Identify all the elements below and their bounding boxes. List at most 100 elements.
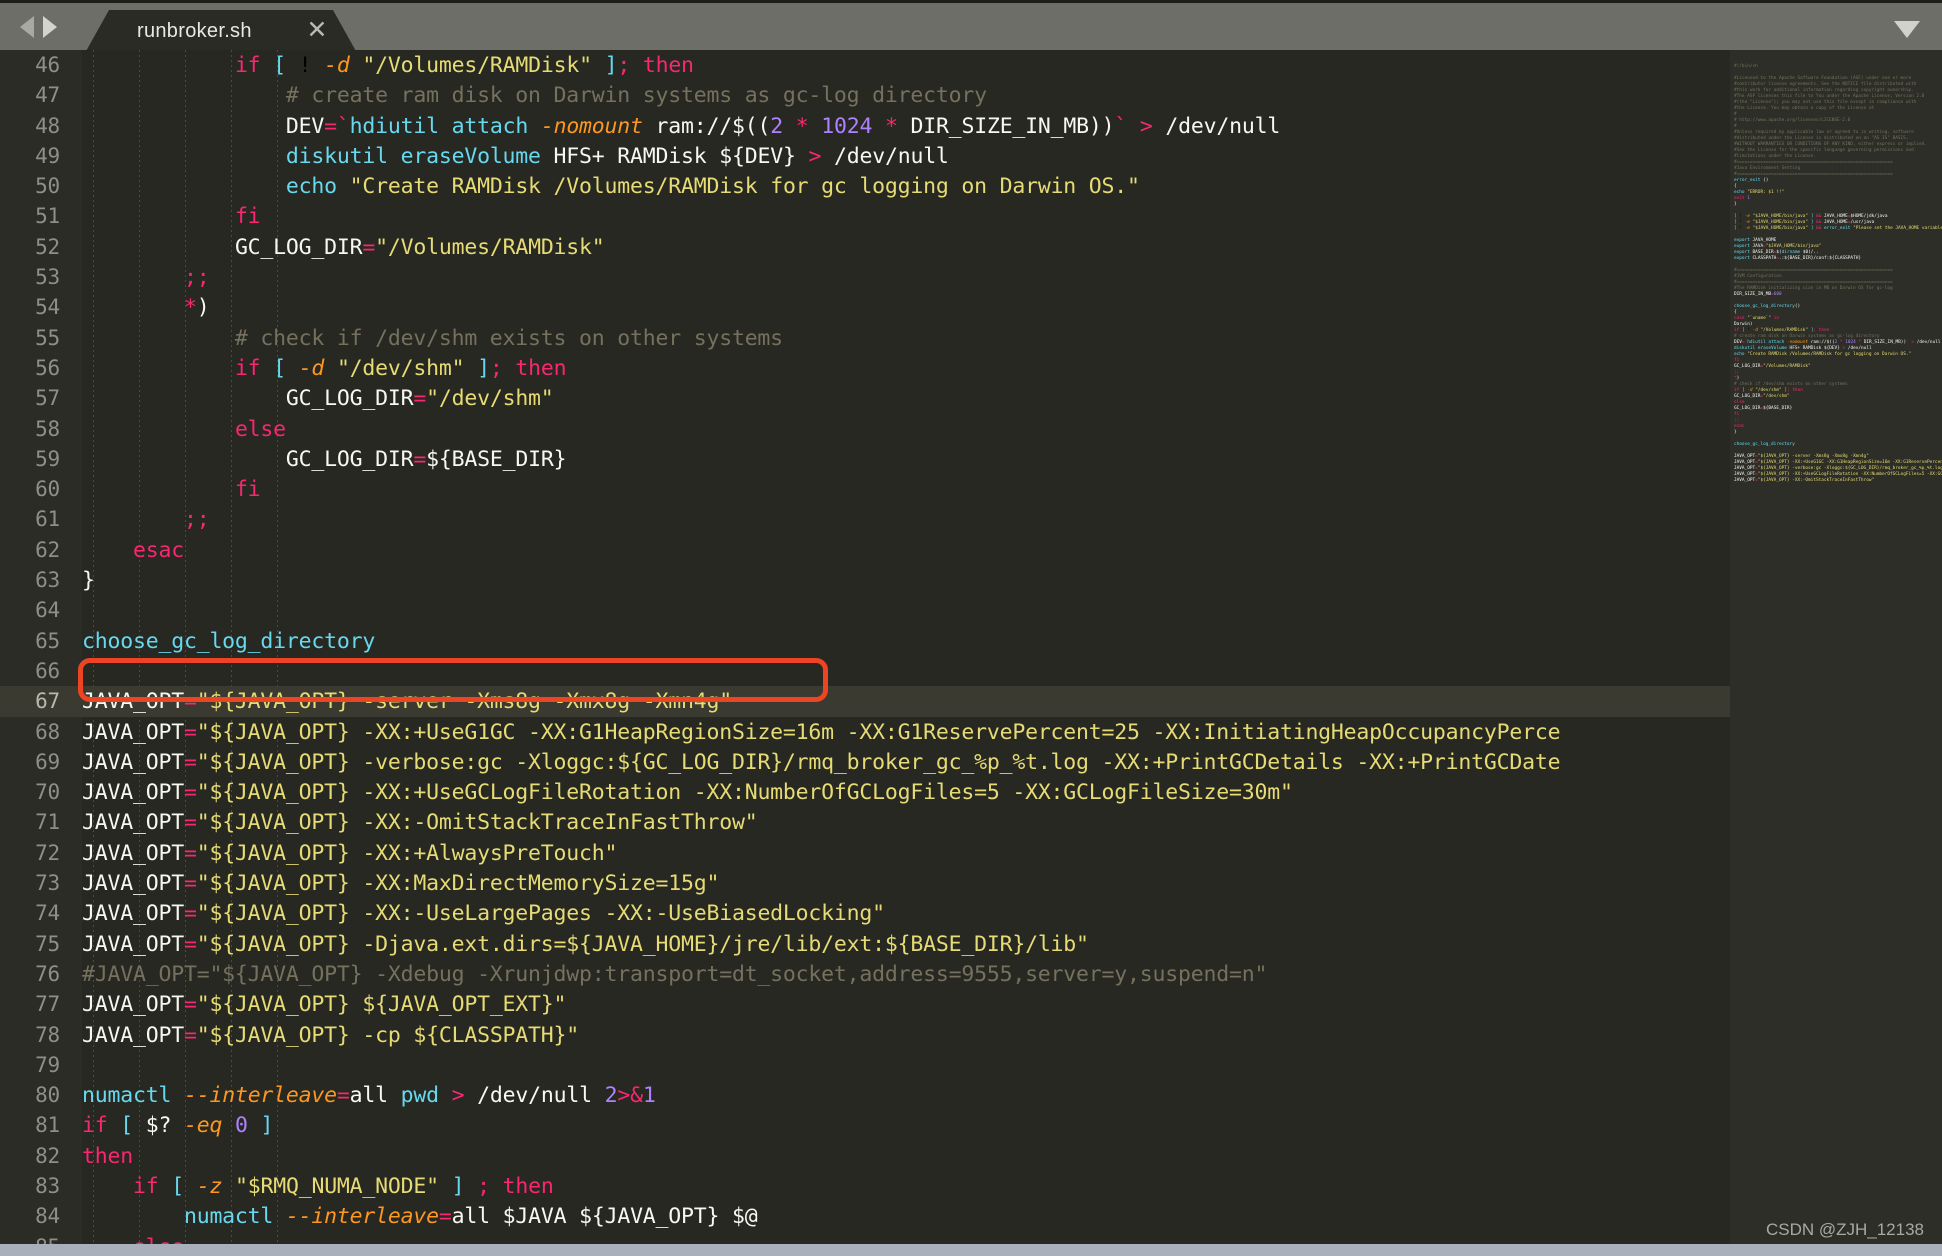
code-line[interactable]: 77 JAVA_OPT="${JAVA_OPT} ${JAVA_OPT_EXT}" [0, 989, 1730, 1019]
line-number: 52 [35, 234, 60, 259]
line-number: 79 [35, 1052, 60, 1077]
code-line[interactable]: 56 if [ -d "/dev/shm" ]; then [0, 353, 1730, 383]
code-line[interactable]: 83 if [ -z "$RMQ_NUMA_NODE" ] ; then [0, 1171, 1730, 1201]
code-line[interactable]: 76 #JAVA_OPT="${JAVA_OPT} -Xdebug -Xrunjd… [0, 959, 1730, 989]
code-minimap[interactable]: #!/bin/sh #Licensed to the Apache Softwa… [1730, 50, 1942, 1256]
line-number: 66 [35, 658, 60, 683]
line-number: 82 [35, 1143, 60, 1168]
code-line[interactable]: 64 [0, 595, 1730, 625]
line-content: GC_LOG_DIR="/dev/shm" [285, 386, 554, 412]
code-line[interactable]: 46 if [ ! -d "/Volumes/RAMDisk" ]; then [0, 50, 1730, 80]
code-line[interactable]: 66 [0, 656, 1730, 686]
code-line[interactable]: 75 JAVA_OPT="${JAVA_OPT} -Djava.ext.dirs=… [0, 929, 1730, 959]
line-number: 71 [35, 810, 60, 835]
line-content: if [ ! -d "/Volumes/RAMDisk" ]; then [234, 53, 694, 78]
code-line[interactable]: 79 [0, 1050, 1730, 1080]
line-content: JAVA_OPT="${JAVA_OPT} -XX:+AlwaysPreTouc… [82, 840, 618, 866]
line-number: 77 [35, 992, 60, 1017]
line-content: ;; [183, 265, 210, 291]
minimap-line: [ ! -e "$JAVA_HOME/bin/java" ] && error_… [1734, 226, 1942, 231]
code-line[interactable]: 57 GC_LOG_DIR="/dev/shm" [0, 383, 1730, 413]
code-line[interactable]: 49 diskutil eraseVolume HFS+ RAMDisk ${D… [0, 141, 1730, 171]
chevron-down-icon[interactable] [1894, 21, 1920, 38]
code-line[interactable]: 62 esac [0, 535, 1730, 565]
line-content: JAVA_OPT="${JAVA_OPT} -server -Xms8g -Xm… [82, 689, 732, 715]
code-line[interactable]: 52 GC_LOG_DIR="/Volumes/RAMDisk" [0, 232, 1730, 262]
code-line[interactable]: 47 # create ram disk on Darwin systems a… [0, 80, 1730, 110]
line-content: fi [234, 204, 261, 230]
editor-window: runbroker.sh ✕ 46 if [ ! -d "/Volumes/RA… [0, 0, 1942, 1256]
line-number: 60 [35, 477, 60, 502]
line-number: 58 [35, 416, 60, 441]
code-line[interactable]: 53 ;; [0, 262, 1730, 292]
line-content: JAVA_OPT="${JAVA_OPT} -XX:-UseLargePages… [82, 901, 885, 927]
line-number: 73 [35, 871, 60, 896]
tab-runbroker-sh[interactable]: runbroker.sh ✕ [85, 10, 357, 53]
line-number: 65 [35, 628, 60, 653]
line-content: numactl --interleave=all pwd > /dev/null… [82, 1083, 656, 1109]
code-line[interactable]: 48 DEV=`hdiutil attach -nomount ram://$(… [0, 111, 1730, 141]
line-content: } [82, 568, 95, 594]
code-line[interactable]: 50 echo "Create RAMDisk /Volumes/RAMDisk… [0, 171, 1730, 201]
code-lines[interactable]: 46 if [ ! -d "/Volumes/RAMDisk" ]; then 4… [0, 50, 1730, 1256]
line-content: JAVA_OPT="${JAVA_OPT} -Djava.ext.dirs=${… [82, 931, 1089, 957]
line-content: if [ $? -eq 0 ] [82, 1113, 274, 1139]
code-line[interactable]: 59 GC_LOG_DIR=${BASE_DIR} [0, 444, 1730, 474]
line-number: 50 [35, 174, 60, 199]
code-line[interactable]: 71 JAVA_OPT="${JAVA_OPT} -XX:-OmitStackTr… [0, 807, 1730, 837]
triangle-right-icon[interactable] [43, 16, 57, 38]
line-content: JAVA_OPT="${JAVA_OPT} -verbose:gc -Xlogg… [82, 749, 1561, 775]
triangle-left-icon[interactable] [20, 16, 34, 38]
tab-label: runbroker.sh [137, 20, 252, 42]
code-line[interactable]: 55 # check if /dev/shm exists on other s… [0, 323, 1730, 353]
line-content: JAVA_OPT="${JAVA_OPT} -XX:+UseGCLogFileR… [82, 780, 1293, 806]
code-line[interactable]: 72 JAVA_OPT="${JAVA_OPT} -XX:+AlwaysPreTo… [0, 838, 1730, 868]
code-line[interactable]: 61 ;; [0, 504, 1730, 534]
line-number: 62 [35, 537, 60, 562]
line-number: 46 [35, 53, 60, 77]
horizontal-scrollbar[interactable] [0, 1244, 1942, 1256]
navigation-arrows [20, 16, 57, 38]
code-line[interactable]: 60 fi [0, 474, 1730, 504]
code-line[interactable]: 54 *) [0, 292, 1730, 322]
code-line[interactable]: 82 then [0, 1141, 1730, 1171]
code-line[interactable]: 73 JAVA_OPT="${JAVA_OPT} -XX:MaxDirectMem… [0, 868, 1730, 898]
code-editor[interactable]: 46 if [ ! -d "/Volumes/RAMDisk" ]; then 4… [0, 50, 1942, 1256]
line-content: DEV=`hdiutil attach -nomount ram://$((2 … [285, 113, 1281, 139]
line-content: JAVA_OPT="${JAVA_OPT} -XX:+UseG1GC -XX:G… [82, 719, 1561, 745]
line-number: 55 [35, 325, 60, 350]
line-number: 72 [35, 840, 60, 865]
line-content: GC_LOG_DIR=${BASE_DIR} [285, 446, 567, 472]
line-number: 69 [35, 749, 60, 774]
line-content: JAVA_OPT="${JAVA_OPT} -cp ${CLASSPATH}" [82, 1022, 580, 1048]
line-content: fi [234, 477, 261, 503]
code-line[interactable]: 65 choose_gc_log_directory [0, 626, 1730, 656]
code-line[interactable]: 69 JAVA_OPT="${JAVA_OPT} -verbose:gc -Xlo… [0, 747, 1730, 777]
code-line[interactable]: 67 JAVA_OPT="${JAVA_OPT} -server -Xms8g -… [0, 686, 1730, 717]
close-icon[interactable]: ✕ [304, 18, 330, 44]
line-content: # check if /dev/shm exists on other syst… [82, 325, 783, 351]
line-number: 47 [35, 83, 60, 108]
line-content: else [234, 416, 286, 442]
code-line[interactable]: 68 JAVA_OPT="${JAVA_OPT} -XX:+UseG1GC -XX… [0, 717, 1730, 747]
code-line[interactable]: 74 JAVA_OPT="${JAVA_OPT} -XX:-UseLargePag… [0, 898, 1730, 928]
code-line[interactable]: 84 numactl --interleave=all $JAVA ${JAVA… [0, 1201, 1730, 1231]
code-line[interactable]: 81 if [ $? -eq 0 ] [0, 1110, 1730, 1140]
line-number: 68 [35, 719, 60, 744]
line-number: 59 [35, 446, 60, 471]
line-number: 54 [35, 295, 60, 320]
code-line[interactable]: 63} [0, 565, 1730, 595]
line-content: *) [183, 295, 210, 321]
line-content: esac [132, 537, 184, 563]
code-line[interactable]: 58 else [0, 414, 1730, 444]
code-line[interactable]: 51 fi [0, 201, 1730, 231]
code-line[interactable]: 70 JAVA_OPT="${JAVA_OPT} -XX:+UseGCLogFil… [0, 777, 1730, 807]
line-content: choose_gc_log_directory [82, 628, 376, 654]
line-content: JAVA_OPT="${JAVA_OPT} -XX:MaxDirectMemor… [82, 871, 720, 897]
minimap-line: JAVA_OPT="${JAVA_OPT} -XX:-OmitStackTrac… [1734, 478, 1875, 483]
line-number: 78 [35, 1022, 60, 1047]
code-line[interactable]: 80 numactl --interleave=all pwd > /dev/nu… [0, 1080, 1730, 1110]
code-line[interactable]: 78 JAVA_OPT="${JAVA_OPT} -cp ${CLASSPATH}… [0, 1020, 1730, 1050]
line-content: ;; [183, 507, 210, 533]
line-number: 83 [35, 1173, 60, 1198]
